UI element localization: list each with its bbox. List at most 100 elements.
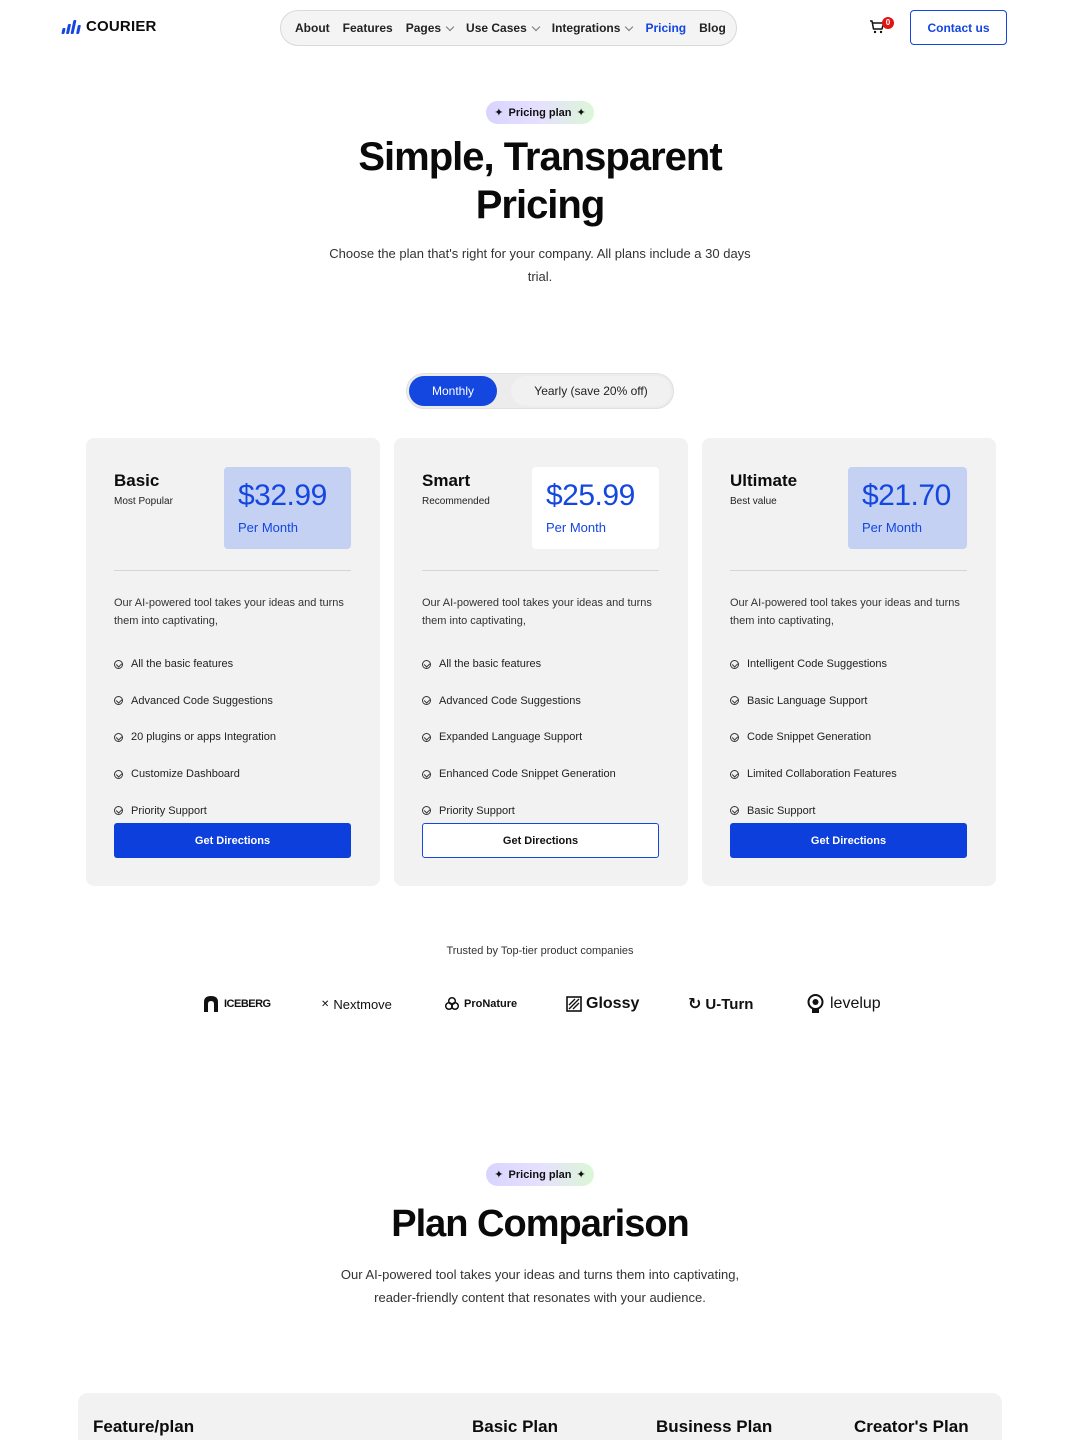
feature-item: Advanced Code Suggestions [114,683,364,720]
nextmove-icon: ✕ [321,998,330,1010]
column-header: Business Plan [656,1417,773,1436]
sparkle-icon: ✦ [576,1169,586,1181]
price-box: $21.70 Per Month [848,467,967,549]
billing-toggle: Monthly Yearly (save 20% off) [406,373,674,409]
feature-item: Expanded Language Support [422,719,672,756]
plan-period: Per Month [238,520,298,535]
trusted-by-label: Trusted by Top-tier product companies [446,945,634,957]
brand-name: COURIER [86,18,157,35]
plan-card-basic: Basic Most Popular $32.99 Per Month Our … [86,438,380,886]
contact-us-button[interactable]: Contact us [910,10,1007,45]
sparkle-icon: ✦ [576,107,586,119]
nav-item-features[interactable]: Features [343,21,393,35]
check-circle-icon [422,769,431,779]
feature-item: All the basic features [114,646,364,683]
pronature-icon [444,996,460,1011]
feature-item: Code Snippet Generation [730,719,980,756]
plan-card-smart: Smart Recommended $25.99 Per Month Our A… [394,438,688,886]
plan-name: Basic [114,471,160,490]
plan-price: $25.99 [546,479,635,512]
feature-item: Basic Language Support [730,683,980,720]
logo-u-turn: ↻ U-Turn [688,995,754,1014]
sparkle-icon: ✦ [494,1169,504,1181]
column-header: Basic Plan [472,1417,558,1436]
check-circle-icon [730,659,739,669]
plan-tag: Most Popular [114,496,173,507]
feature-item: Intelligent Code Suggestions [730,646,980,683]
nav-item-pricing[interactable]: Pricing [645,21,686,35]
check-circle-icon [422,659,431,669]
plan-price: $21.70 [862,479,951,512]
check-circle-icon [422,806,431,816]
divider [422,570,659,571]
section-title: Plan Comparison [391,1203,690,1245]
get-directions-button[interactable]: Get Directions [730,823,967,858]
get-directions-button[interactable]: Get Directions [422,823,659,858]
plan-tag: Recommended [422,496,490,507]
feature-item: Customize Dashboard [114,756,364,793]
title-line-1: Simple, Transparent [358,135,722,179]
levelup-icon [807,994,824,1013]
price-box: $32.99 Per Month [224,467,351,549]
chevron-down-icon [625,22,634,31]
iceberg-icon [204,996,218,1012]
logo-pronature: ProNature [444,993,517,1015]
nav-item-about[interactable]: About [295,21,330,35]
nav-item-integrations[interactable]: Integrations [552,21,634,35]
check-circle-icon [114,732,123,742]
plan-period: Per Month [862,520,922,535]
logo-iceberg: ICEBERG [202,993,271,1015]
divider [730,570,967,571]
logo-nextmove: ✕ Nextmove [321,996,392,1012]
page-title: Simple, Transparent Pricing [240,133,840,229]
plan-period: Per Month [546,520,606,535]
glossy-icon [566,996,582,1012]
feature-list: All the basic features Advanced Code Sug… [114,646,364,829]
feature-item: Advanced Code Suggestions [422,683,672,720]
check-circle-icon [730,732,739,742]
nav-item-blog[interactable]: Blog [699,21,726,35]
feature-list: Intelligent Code Suggestions Basic Langu… [730,646,980,829]
check-circle-icon [422,696,431,706]
chevron-down-icon [445,22,455,31]
check-circle-icon [114,659,123,669]
site-header: COURIER About Features Pages Use Cases I… [0,0,1080,56]
pricing-plan-badge: ✦ Pricing plan ✦ [486,1163,594,1186]
main-nav: About Features Pages Use Cases Integrati… [280,10,737,46]
column-header: Feature/plan [93,1417,195,1436]
plan-tag: Best value [730,496,777,507]
section-subtitle: Our AI-powered tool takes your ideas and… [340,1267,740,1305]
check-circle-icon [114,806,123,816]
badge-label: Pricing plan [508,106,572,119]
plan-name: Ultimate [730,471,798,490]
plan-description: Our AI-powered tool takes your ideas and… [730,597,960,627]
nav-item-pages[interactable]: Pages [406,21,455,35]
logo-bars-icon [61,19,81,34]
plan-price: $32.99 [238,479,327,512]
plan-name: Smart [422,471,471,490]
chevron-down-icon [531,22,541,31]
u-turn-icon: ↻ [688,996,702,1013]
pricing-plan-badge: ✦ Pricing plan ✦ [486,101,594,124]
badge-label: Pricing plan [508,1168,572,1181]
plan-description: Our AI-powered tool takes your ideas and… [114,597,344,627]
check-circle-icon [730,696,739,706]
monthly-toggle-button[interactable]: Monthly [409,376,497,406]
feature-item: 20 plugins or apps Integration [114,719,364,756]
hero-subtitle: Choose the plan that's right for your co… [329,246,751,284]
feature-list: All the basic features Advanced Code Sug… [422,646,672,829]
feature-item: All the basic features [422,646,672,683]
logo-levelup: levelup [805,993,881,1015]
yearly-toggle-button[interactable]: Yearly (save 20% off) [511,376,671,406]
check-circle-icon [114,769,123,779]
feature-item: Enhanced Code Snippet Generation [422,756,672,793]
brand-logo[interactable]: COURIER [61,18,157,35]
check-circle-icon [730,806,739,816]
plan-description: Our AI-powered tool takes your ideas and… [422,597,652,627]
plan-card-ultimate: Ultimate Best value $21.70 Per Month Our… [702,438,996,886]
price-box: $25.99 Per Month [532,467,659,549]
get-directions-button[interactable]: Get Directions [114,823,351,858]
check-circle-icon [730,769,739,779]
check-circle-icon [114,696,123,706]
nav-item-use-cases[interactable]: Use Cases [466,21,541,35]
